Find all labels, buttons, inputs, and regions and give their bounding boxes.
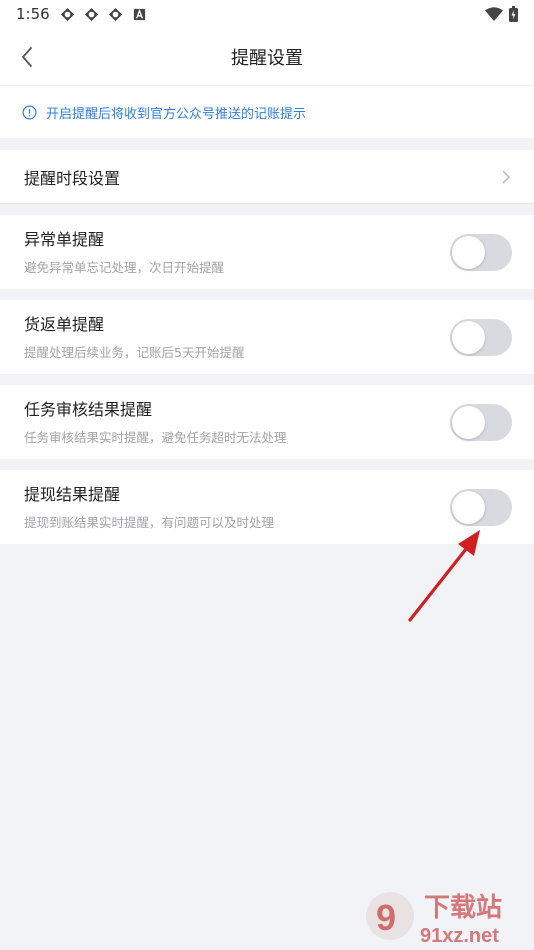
reminder-item-desc: 任务审核结果实时提醒，避免任务超时无法处理 bbox=[24, 429, 287, 445]
watermark-line2: 91xz.net bbox=[420, 925, 499, 947]
watermark-line1: 下载站 bbox=[424, 893, 502, 923]
page-title: 提醒设置 bbox=[231, 47, 303, 69]
reminder-toggle-abnormal[interactable] bbox=[450, 233, 512, 271]
reminder-item-goods-return: 货返单提醒 提醒处理后续业务，记账后5天开始提醒 bbox=[0, 300, 534, 374]
watermark-logo: 9 下载站 91xz.net bbox=[366, 892, 502, 947]
notice-text: 开启提醒后将收到官方公众号推送的记账提示 bbox=[46, 106, 307, 122]
app-icon bbox=[60, 7, 74, 21]
toggle-knob bbox=[452, 235, 485, 269]
reminder-item-texts: 提现结果提醒 提现到账结果实时提醒，有问题可以及时处理 bbox=[24, 484, 450, 531]
reminder-item-title: 任务审核结果提醒 bbox=[24, 399, 153, 419]
reminder-item-abnormal: 异常单提醒 避免异常单忘记处理，次日开始提醒 bbox=[0, 215, 534, 289]
toggle-knob bbox=[452, 405, 485, 439]
reminder-item-title: 异常单提醒 bbox=[24, 229, 105, 249]
toggle-knob bbox=[452, 320, 485, 354]
status-bar: 1:56 bbox=[0, 0, 534, 28]
reminder-item-desc: 提现到账结果实时提醒，有问题可以及时处理 bbox=[24, 514, 275, 530]
app-icon bbox=[84, 7, 98, 21]
reminder-item-desc: 提醒处理后续业务，记账后5天开始提醒 bbox=[24, 344, 245, 360]
status-right bbox=[485, 6, 518, 22]
toggle-knob bbox=[452, 490, 485, 524]
svg-text:9: 9 bbox=[376, 897, 396, 938]
annotation-arrow-icon bbox=[408, 530, 480, 622]
reminder-toggle-goods-return[interactable] bbox=[450, 318, 512, 356]
reminder-item-task-review: 任务审核结果提醒 任务审核结果实时提醒，避免任务超时无法处理 bbox=[0, 385, 534, 459]
reminder-item-desc: 避免异常单忘记处理，次日开始提醒 bbox=[24, 259, 225, 275]
reminder-item-title: 货返单提醒 bbox=[24, 314, 105, 334]
wifi-icon bbox=[485, 7, 503, 21]
app-icon bbox=[108, 7, 122, 21]
reminder-item-texts: 货返单提醒 提醒处理后续业务，记账后5天开始提醒 bbox=[24, 314, 450, 361]
reminder-period-row[interactable]: 提醒时段设置 bbox=[0, 150, 534, 204]
reminder-item-title: 提现结果提醒 bbox=[24, 484, 121, 504]
reminder-item-texts: 任务审核结果提醒 任务审核结果实时提醒，避免任务超时无法处理 bbox=[24, 399, 450, 446]
back-arrow-icon[interactable] bbox=[18, 45, 38, 69]
info-icon bbox=[22, 105, 37, 119]
nav-bar: 提醒设置 bbox=[0, 28, 534, 86]
reminder-toggle-task-review[interactable] bbox=[450, 403, 512, 441]
notice-banner: 开启提醒后将收到官方公众号推送的记账提示 bbox=[0, 86, 534, 138]
status-time: 1:56 bbox=[16, 5, 50, 23]
a-icon bbox=[133, 8, 145, 20]
battery-icon bbox=[509, 6, 518, 22]
reminder-item-texts: 异常单提醒 避免异常单忘记处理，次日开始提醒 bbox=[24, 229, 450, 276]
reminder-toggle-withdraw[interactable] bbox=[450, 488, 512, 526]
reminder-period-label: 提醒时段设置 bbox=[24, 168, 121, 188]
chevron-right-icon bbox=[502, 169, 511, 184]
